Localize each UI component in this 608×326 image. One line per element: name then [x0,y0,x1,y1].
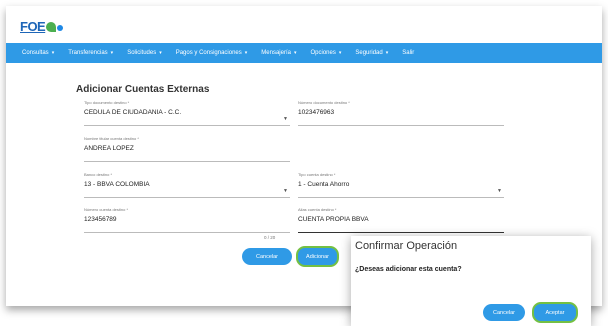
nombre-titular-field[interactable]: Nombre titular cuenta destino * ANDREA L… [84,136,290,162]
nav-label: Opciones [310,50,336,56]
logo-dot-icon [57,25,64,31]
main-navbar: Consultas ▾ Transferencias ▾ Solicitudes… [6,43,602,63]
field-label: Número documento destino * [298,100,350,105]
add-account-button[interactable]: Adicionar [296,246,339,267]
chevron-down-icon: ▼ [283,116,288,122]
nav-label: Pagos y Consignaciones [175,50,242,56]
nav-solicitudes[interactable]: Solicitudes ▾ [127,50,162,56]
field-label: Alias cuenta destino * [298,207,337,212]
numero-cuenta-field[interactable]: Número cuenta destino * 123456789 [84,207,290,233]
nav-salir[interactable]: Salir [402,50,414,56]
confirm-dialog: Confirmar Operación ¿Deseas adicionar es… [351,236,591,326]
field-value: ANDREA LOPEZ [84,145,134,152]
nav-label: Transferencias [68,50,108,56]
chevron-down-icon: ▾ [51,50,55,56]
field-value: 13 - BBVA COLOMBIA [84,181,150,188]
nav-label: Seguridad [355,50,383,56]
dialog-message: ¿Deseas adicionar esta cuenta? [355,266,462,273]
nav-label: Consultas [22,50,49,56]
nav-label: Solicitudes [127,50,157,56]
field-underline [298,197,504,198]
cancel-button[interactable]: Cancelar [242,248,292,265]
field-label: Banco destino * [84,172,113,177]
field-label: Tipo cuenta destino * [298,172,336,177]
logo-leaf-icon [46,22,57,32]
nav-opciones[interactable]: Opciones ▾ [310,50,341,56]
field-value: CEDULA DE CIUDADANIA - C.C. [84,109,182,116]
chevron-down-icon: ▼ [497,188,502,194]
field-label: Tipo documento destino * [84,100,130,105]
field-underline [84,197,290,198]
page-title: Adicionar Cuentas Externas [76,84,210,95]
chevron-down-icon: ▾ [110,50,114,56]
chevron-down-icon: ▾ [159,50,162,56]
field-label: Nombre titular cuenta destino * [84,136,139,141]
nav-mensajeria[interactable]: Mensajería ▾ [261,50,296,56]
dialog-accept-button[interactable]: Aceptar [532,302,578,323]
app-logo[interactable]: FOE [20,16,64,34]
nav-seguridad[interactable]: Seguridad ▾ [355,50,388,56]
field-underline [84,125,290,126]
chevron-down-icon: ▾ [244,50,248,56]
chevron-down-icon: ▾ [293,50,297,56]
dialog-title: Confirmar Operación [355,240,458,252]
banco-select[interactable]: Banco destino * 13 - BBVA COLOMBIA ▼ [84,172,290,198]
chevron-down-icon: ▾ [385,50,389,56]
nav-consultas[interactable]: Consultas ▾ [22,50,54,56]
logo-text: FOE [20,19,46,34]
alias-cuenta-field[interactable]: Alias cuenta destino * CUENTA PROPIA BBV… [298,207,504,233]
chevron-down-icon: ▼ [283,188,288,194]
nav-pagos[interactable]: Pagos y Consignaciones ▾ [176,50,248,56]
field-value: 123456789 [84,216,117,223]
field-underline [84,232,290,233]
numero-documento-field[interactable]: Número documento destino * 1023476963 [298,100,504,126]
field-value: CUENTA PROPIA BBVA [298,216,369,223]
nav-label: Mensajería [261,50,291,56]
character-counter: 0 / 20 [264,235,276,240]
field-underline [298,232,504,233]
field-label: Número cuenta destino * [84,207,129,212]
field-value: 1 - Cuenta Ahorro [298,181,350,188]
chevron-down-icon: ▾ [338,50,342,56]
nav-label: Salir [402,50,415,56]
dialog-cancel-button[interactable]: Cancelar [483,304,525,321]
nav-transferencias[interactable]: Transferencias ▾ [68,50,113,56]
field-underline [298,125,504,126]
field-underline [84,161,290,162]
tipo-documento-select[interactable]: Tipo documento destino * CEDULA DE CIUDA… [84,100,290,126]
field-value: 1023476963 [298,109,335,116]
tipo-cuenta-select[interactable]: Tipo cuenta destino * 1 - Cuenta Ahorro … [298,172,504,198]
